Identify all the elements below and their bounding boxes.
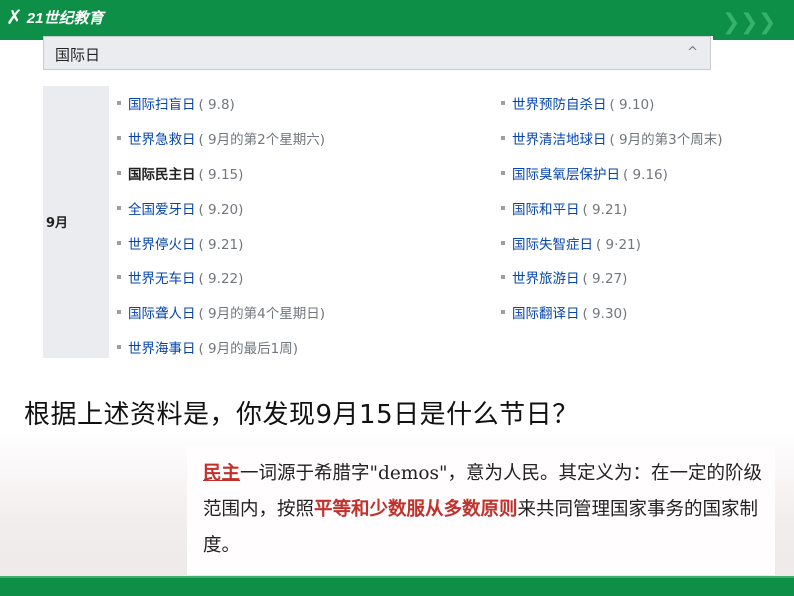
chevron-right-icon: ❯ <box>722 10 741 35</box>
day-entry: 世界清洁地球日( 9月的第3个周末) <box>512 128 723 148</box>
day-date: ( 9月的第4个星期日) <box>198 306 326 323</box>
day-link[interactable]: 世界海事日 <box>128 341 196 357</box>
day-entry: 国际失智症日( 9·21) <box>512 233 641 253</box>
day-date: ( 9月的第3个周末) <box>609 131 723 148</box>
day-entry: 国际臭氧层保护日( 9.16) <box>512 163 668 183</box>
international-days-navbox: 国际日 ^ 9月 国际扫盲日( 9.8) 世界急救日( 9月的第2个星期六) 国际民… <box>43 36 723 358</box>
day-date: ( 9月的第2个星期六) <box>198 131 326 148</box>
day-link[interactable]: 国际臭氧层保护日 <box>512 167 620 183</box>
bullet-icon <box>501 170 505 175</box>
day-entry: 国际民主日( 9.15) <box>128 163 243 183</box>
day-date: ( 9.16) <box>623 166 668 183</box>
definition-highlight: 平等和少数服从多数原则 <box>314 499 518 520</box>
bullet-icon <box>501 205 505 210</box>
chevron-right-icon: ❯ <box>740 10 759 35</box>
day-link[interactable]: 世界无车日 <box>128 271 196 287</box>
bullet-icon <box>501 135 505 140</box>
day-date: ( 9.20) <box>198 201 244 218</box>
chevron-right-icon: ❯ <box>758 10 777 35</box>
bullet-icon <box>117 240 121 245</box>
day-entry: 国际翻译日( 9.30) <box>512 302 627 322</box>
day-date: ( 9.10) <box>609 97 655 113</box>
day-date: ( 9.21) <box>582 201 628 218</box>
bullet-icon <box>117 275 121 280</box>
day-entry: 世界无车日( 9.22) <box>128 267 243 287</box>
day-link[interactable]: 国际失智症日 <box>512 237 593 253</box>
bullet-icon <box>501 101 505 105</box>
day-entry: 国际和平日( 9.21) <box>512 198 627 218</box>
day-link[interactable]: 全国爱牙日 <box>128 202 196 218</box>
day-link[interactable]: 国际翻译日 <box>512 306 580 322</box>
day-link[interactable]: 世界清洁地球日 <box>512 132 607 148</box>
day-date: ( 9.21) <box>198 236 244 253</box>
day-date: ( 9.30) <box>582 306 628 323</box>
day-link[interactable]: 国际民主日 <box>128 167 196 183</box>
day-link[interactable]: 国际聋人日 <box>128 306 196 322</box>
day-entry: 全国爱牙日( 9.20) <box>128 198 243 218</box>
row-header-label: 9月 <box>46 216 69 231</box>
day-entry: 世界预防自杀日( 9.10) <box>512 93 654 113</box>
bullet-icon <box>501 275 505 280</box>
definition-term: 民主 <box>203 463 241 484</box>
collapse-icon[interactable]: ^ <box>687 45 698 60</box>
day-link[interactable]: 世界旅游日 <box>512 271 580 287</box>
day-date: ( 9.15) <box>198 166 244 183</box>
day-link[interactable]: 世界停火日 <box>128 237 196 253</box>
day-entry: 国际聋人日( 9月的第4个星期日) <box>128 302 325 322</box>
logo-text: 21世纪教育 <box>26 9 104 27</box>
day-link[interactable]: 世界预防自杀日 <box>512 97 607 113</box>
bullet-icon <box>117 310 121 315</box>
bullet-icon <box>501 240 505 245</box>
logo: ✗ 21世纪教育 <box>6 4 103 30</box>
bullet-icon <box>117 170 121 175</box>
row-header-september: 9月 <box>43 86 109 358</box>
bottom-banner <box>0 578 794 596</box>
runner-icon: ✗ <box>6 5 23 29</box>
bullet-icon <box>117 205 121 210</box>
day-link[interactable]: 世界急救日 <box>128 132 196 148</box>
bullet-icon <box>117 101 121 105</box>
navbox-title: 国际日 <box>55 46 101 64</box>
day-entry: 世界海事日( 9月的最后1周) <box>128 337 298 357</box>
day-entry: 国际扫盲日( 9.8) <box>128 93 235 113</box>
definition-text: 民主一词源于希腊字"demos"，意为人民。其定义为：在一定的阶级范围内，按照平… <box>203 456 763 564</box>
bullet-icon <box>501 310 505 315</box>
bullet-icon <box>117 345 121 350</box>
day-entry: 世界旅游日( 9.27) <box>512 267 627 287</box>
day-date: ( 9.22) <box>198 271 244 288</box>
bullet-icon <box>117 135 121 140</box>
day-date: ( 9·21) <box>596 236 641 253</box>
day-date: ( 9.8) <box>198 97 235 113</box>
day-entry: 世界急救日( 9月的第2个星期六) <box>128 128 325 148</box>
day-date: ( 9月的最后1周) <box>198 341 299 358</box>
day-date: ( 9.27) <box>582 271 628 288</box>
day-link[interactable]: 国际扫盲日 <box>128 97 196 113</box>
navbox-header[interactable]: 国际日 ^ <box>43 36 711 70</box>
question-text: 根据上述资料是，你发现9月15日是什么节日？ <box>24 400 579 430</box>
day-link[interactable]: 国际和平日 <box>512 202 580 218</box>
day-entry: 世界停火日( 9.21) <box>128 233 243 253</box>
definition-box: 民主一词源于希腊字"demos"，意为人民。其定义为：在一定的阶级范围内，按照平… <box>187 447 775 575</box>
top-banner: ✗ 21世纪教育 ❯ ❯ ❯ <box>0 0 794 40</box>
